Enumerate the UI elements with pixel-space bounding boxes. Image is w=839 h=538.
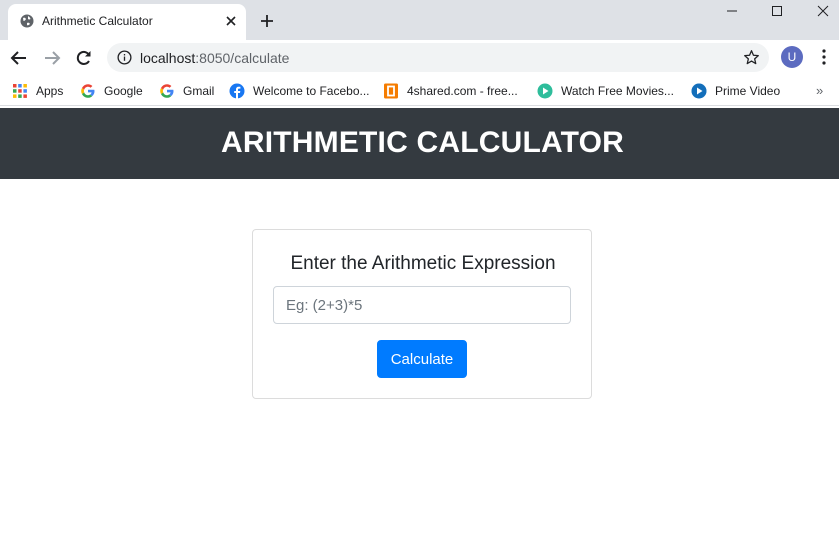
calculator-heading: Enter the Arithmetic Expression	[290, 253, 556, 274]
close-tab-icon[interactable]	[223, 13, 239, 29]
bookmark-gmail[interactable]: Gmail	[159, 81, 214, 101]
play-icon	[537, 83, 553, 99]
url-path: :8050/calculate	[195, 50, 290, 66]
facebook-icon	[229, 83, 245, 99]
maximize-icon[interactable]	[769, 3, 785, 19]
calculator-card: Enter the Arithmetic Expression Calculat…	[252, 229, 592, 399]
google-icon	[81, 84, 95, 98]
bookmark-label: Watch Free Movies...	[561, 84, 674, 98]
bookmark-label: Gmail	[183, 84, 215, 98]
address-bar[interactable]: localhost:8050/calculate	[107, 43, 769, 72]
bookmark-facebook[interactable]: Welcome to Facebo...	[229, 81, 370, 101]
bookmark-label: Prime Video	[715, 84, 781, 98]
page-header: ARITHMETIC CALCULATOR	[0, 108, 839, 179]
bookmarks-bar: Apps Google Gmail Welcome to Facebo... 4…	[0, 76, 839, 106]
bookmark-prime-video[interactable]: Prime Video	[691, 81, 780, 101]
browser-toolbar: localhost:8050/calculate U	[0, 40, 839, 76]
bookmark-label: Apps	[36, 84, 64, 98]
google-icon	[160, 84, 174, 98]
bookmark-apps[interactable]: Apps	[12, 81, 63, 101]
tab-title: Arithmetic Calculator	[42, 14, 153, 28]
more-menu-icon[interactable]	[819, 48, 829, 66]
browser-tabstrip: Arithmetic Calculator	[0, 0, 839, 40]
back-arrow-icon[interactable]	[9, 48, 29, 68]
bookmark-4shared[interactable]: 4shared.com - free...	[383, 81, 518, 101]
bookmark-star-icon[interactable]	[743, 49, 760, 66]
expression-input[interactable]	[273, 286, 571, 324]
close-window-icon[interactable]	[815, 3, 831, 19]
bookmark-label: Welcome to Facebo...	[253, 84, 370, 98]
apps-grid-icon	[13, 84, 27, 98]
profile-avatar[interactable]: U	[781, 46, 803, 68]
new-tab-icon[interactable]	[259, 13, 275, 29]
reload-icon[interactable]	[74, 48, 94, 68]
forward-arrow-icon[interactable]	[42, 48, 62, 68]
bookmark-watch-free-movies[interactable]: Watch Free Movies...	[537, 81, 674, 101]
more-bookmarks-icon[interactable]: »	[816, 83, 823, 98]
bookmark-google[interactable]: Google	[80, 81, 143, 101]
globe-icon	[20, 14, 34, 28]
page-title: ARITHMETIC CALCULATOR	[220, 126, 625, 159]
calculate-button[interactable]: Calculate	[377, 340, 467, 378]
prime-video-icon	[691, 83, 707, 99]
bookmark-label: 4shared.com - free...	[407, 84, 518, 98]
url-text[interactable]: localhost:8050/calculate	[140, 50, 289, 66]
4shared-icon	[384, 83, 398, 99]
url-host: localhost	[140, 50, 196, 66]
minimize-icon[interactable]	[724, 3, 740, 19]
bookmark-label: Google	[104, 84, 143, 98]
browser-tab[interactable]: Arithmetic Calculator	[8, 4, 246, 40]
info-icon[interactable]	[117, 50, 132, 65]
